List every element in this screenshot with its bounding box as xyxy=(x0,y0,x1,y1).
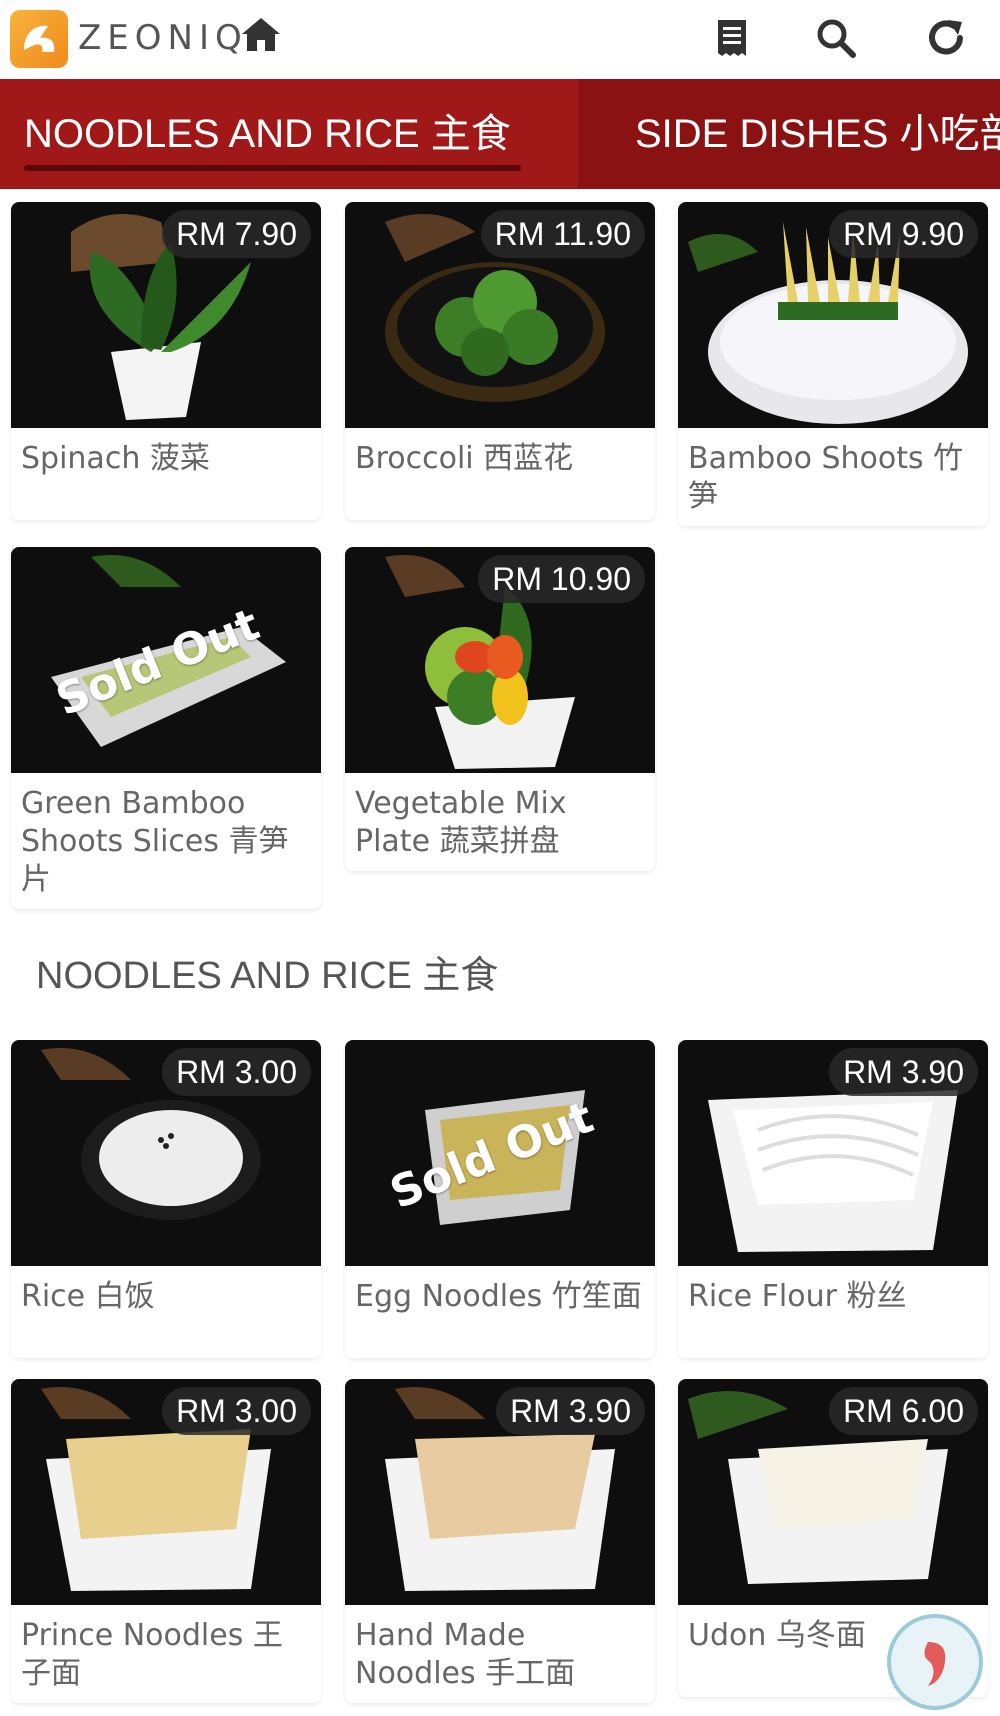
item-name: Broccoli 西蓝花 xyxy=(355,441,574,476)
item-name: Egg Noodles 竹笙面 xyxy=(355,1279,642,1314)
price-badge: RM 9.90 xyxy=(829,210,978,258)
tab-noodles-and-rice[interactable]: NOODLES AND RICE 主食 xyxy=(0,79,578,189)
tab-side-dishes[interactable]: SIDE DISHES 小吃部 xyxy=(635,79,1000,189)
price-badge: RM 3.90 xyxy=(829,1048,978,1096)
zeoniq-logo[interactable] xyxy=(10,10,68,68)
section-title: NOODLES AND RICE 主食 xyxy=(36,955,499,997)
active-tab-underline xyxy=(24,165,521,171)
menu-item-card[interactable]: RM 3.00 Rice 白饭 xyxy=(11,1040,321,1358)
item-name: Bamboo Shoots 竹笋 xyxy=(688,441,964,514)
menu-item-card[interactable]: RM 9.90 Bamboo Shoots 竹笋 xyxy=(678,202,988,526)
menu-item-card[interactable]: RM 7.90 Spinach 菠菜 xyxy=(11,202,321,520)
price-badge: RM 10.90 xyxy=(478,555,645,603)
top-bar: ZEONIQ xyxy=(0,0,1000,79)
menu-item-card[interactable]: RM 11.90 Broccoli 西蓝花 xyxy=(345,202,655,520)
tab-label: SIDE DISHES 小吃部 xyxy=(635,112,1000,156)
category-tab-bar: NOODLES AND RICE 主食 SIDE DISHES 小吃部 xyxy=(0,79,1000,189)
refresh-icon[interactable] xyxy=(924,16,968,60)
brand-name: ZEONIQ xyxy=(78,18,248,58)
explore-miri-watermark xyxy=(880,1612,990,1712)
price-badge: RM 3.00 xyxy=(162,1048,311,1096)
home-icon[interactable] xyxy=(240,14,282,56)
price-badge: RM 11.90 xyxy=(480,210,645,258)
item-name: Spinach 菠菜 xyxy=(21,441,210,476)
item-name: Rice Flour 粉丝 xyxy=(688,1279,907,1314)
item-name: Green Bamboo Shoots Slices 青笋片 xyxy=(21,786,289,897)
price-badge: RM 6.00 xyxy=(829,1387,978,1435)
search-icon[interactable] xyxy=(814,16,858,60)
item-name: Prince Noodles 王子面 xyxy=(21,1618,283,1691)
item-name: Rice 白饭 xyxy=(21,1279,155,1314)
item-name: Vegetable Mix Plate 蔬菜拼盘 xyxy=(355,786,567,859)
price-badge: RM 3.90 xyxy=(496,1387,645,1435)
item-name: Hand Made Noodles 手工面 xyxy=(355,1618,576,1691)
menu-item-card[interactable]: RM 3.90 Hand Made Noodles 手工面 xyxy=(345,1379,655,1703)
menu-item-card[interactable]: RM 10.90 Vegetable Mix Plate 蔬菜拼盘 xyxy=(345,547,655,871)
menu-item-card[interactable]: Sold Out Green Bamboo Shoots Slices 青笋片 xyxy=(11,547,321,909)
price-badge: RM 3.00 xyxy=(162,1387,311,1435)
menu-item-card[interactable]: RM 3.90 Rice Flour 粉丝 xyxy=(678,1040,988,1358)
menu-item-card[interactable]: RM 3.00 Prince Noodles 王子面 xyxy=(11,1379,321,1703)
menu-item-card[interactable]: Sold Out Egg Noodles 竹笙面 xyxy=(345,1040,655,1358)
price-badge: RM 7.90 xyxy=(162,210,311,258)
tab-label: NOODLES AND RICE 主食 xyxy=(24,112,511,156)
receipt-icon[interactable] xyxy=(710,16,754,60)
